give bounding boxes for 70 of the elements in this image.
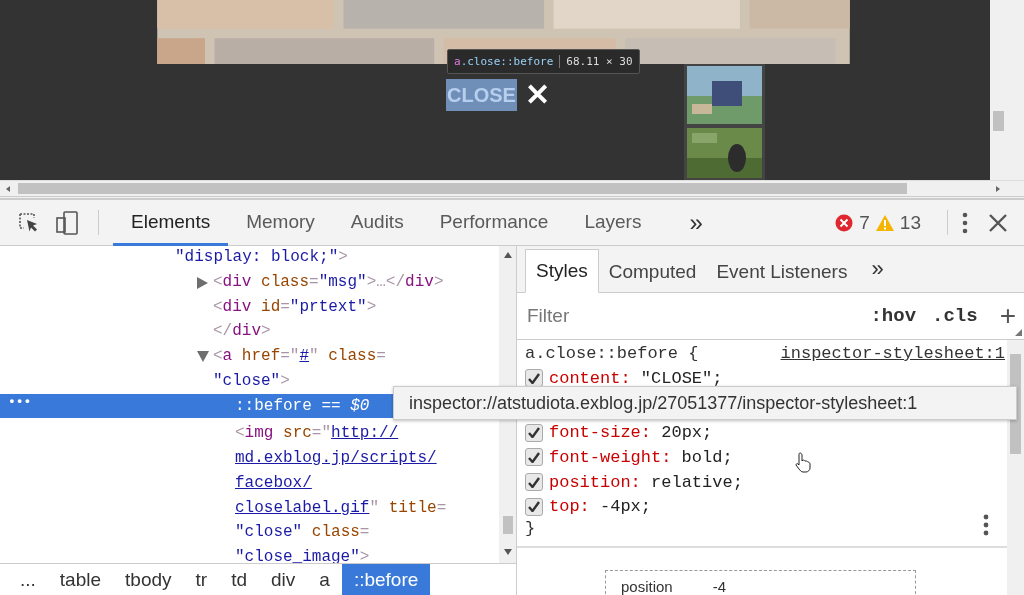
- close-icon[interactable]: [988, 212, 1008, 233]
- more-tabs-button[interactable]: »: [857, 246, 898, 292]
- css-declaration: content: "CLOSE";: [549, 368, 723, 388]
- warning-icon: [875, 213, 894, 232]
- breadcrumb[interactable]: ::before: [341, 564, 431, 595]
- checkbox[interactable]: [525, 423, 543, 442]
- dom-node[interactable]: "display: block;">: [0, 246, 499, 270]
- dom-node[interactable]: </div>: [0, 319, 499, 344]
- more-options-icon[interactable]: [983, 514, 989, 536]
- checkbox[interactable]: [525, 473, 543, 492]
- check-icon: [528, 476, 540, 488]
- more-tabs-button[interactable]: »: [689, 200, 703, 245]
- css-declaration: font-weight: bold;: [549, 448, 733, 467]
- expanded-arrow-icon[interactable]: [197, 351, 209, 363]
- size-label: 68.11 × 30: [559, 55, 633, 68]
- panel-tab[interactable]: Layers: [566, 200, 660, 246]
- check-icon: [528, 372, 540, 384]
- panel-tab[interactable]: Audits: [332, 200, 422, 246]
- panel-tab[interactable]: Computed: [598, 251, 707, 293]
- css-selector: a.close::before {: [525, 344, 699, 363]
- scrollbar-thumb[interactable]: [503, 516, 513, 534]
- breadcrumb[interactable]: ...: [8, 564, 48, 595]
- error-count: 7: [859, 211, 870, 234]
- check-icon: [528, 501, 540, 513]
- toggle-button[interactable]: :hov: [870, 305, 917, 327]
- breadcrumb[interactable]: div: [259, 564, 308, 595]
- checkbox[interactable]: [525, 448, 543, 467]
- scroll-down-icon[interactable]: [504, 549, 512, 555]
- breadcrumb[interactable]: td: [219, 564, 259, 595]
- box-model-label: position: [621, 578, 673, 595]
- warning-count: 13: [899, 211, 921, 234]
- filter-field[interactable]: Filter: [525, 304, 855, 328]
- check-icon: [528, 427, 540, 439]
- breadcrumb[interactable]: tr: [183, 564, 220, 595]
- dom-node[interactable]: <div class="msg">…</div>: [0, 269, 499, 295]
- selector-label: a.close::before: [454, 55, 554, 68]
- device-icon[interactable]: [56, 210, 78, 235]
- dom-node[interactable]: <a href="#" class= "close">: [0, 344, 499, 394]
- scrollbar-thumb[interactable]: [18, 183, 907, 194]
- resize-corner-icon: [1015, 329, 1022, 336]
- collapsed-arrow-icon[interactable]: [197, 276, 209, 289]
- css-declaration: position: relative;: [549, 472, 743, 492]
- panel-tab[interactable]: Memory: [228, 200, 333, 246]
- dom-node[interactable]: <div id="prtext">: [0, 294, 499, 320]
- panel-tab[interactable]: Styles: [525, 249, 599, 293]
- more-options-icon[interactable]: [962, 211, 968, 234]
- scroll-right-icon[interactable]: [994, 183, 1002, 194]
- more-actions-icon[interactable]: •••: [8, 393, 32, 409]
- toggle-button[interactable]: .cls: [932, 305, 978, 327]
- breadcrumb[interactable]: a: [307, 564, 342, 595]
- add-rule-button[interactable]: +: [999, 300, 1016, 332]
- checkbox[interactable]: [525, 497, 543, 516]
- error-icon: [835, 213, 854, 232]
- scroll-up-icon[interactable]: [504, 252, 512, 258]
- panel-tab[interactable]: Event Listeners: [706, 251, 858, 293]
- css-declaration: top: -4px;: [549, 497, 652, 517]
- panel-tab[interactable]: Performance: [421, 200, 567, 246]
- breadcrumb[interactable]: table: [47, 564, 114, 595]
- css-declaration: font-size: 20px;: [549, 423, 713, 443]
- check-icon: [528, 452, 540, 463]
- scrollbar-thumb[interactable]: [993, 111, 1004, 131]
- close-icon[interactable]: ✕: [524, 80, 550, 110]
- box-model-value: -4: [712, 578, 727, 595]
- checkbox[interactable]: [525, 369, 543, 388]
- scroll-left-icon[interactable]: [4, 183, 12, 194]
- stylesheet-link[interactable]: inspector-stylesheet:1: [780, 344, 1005, 363]
- closing-brace: }: [525, 518, 536, 538]
- hand-cursor-icon: [795, 452, 811, 474]
- breadcrumb[interactable]: tbody: [113, 564, 184, 595]
- inspect-icon[interactable]: [18, 211, 40, 234]
